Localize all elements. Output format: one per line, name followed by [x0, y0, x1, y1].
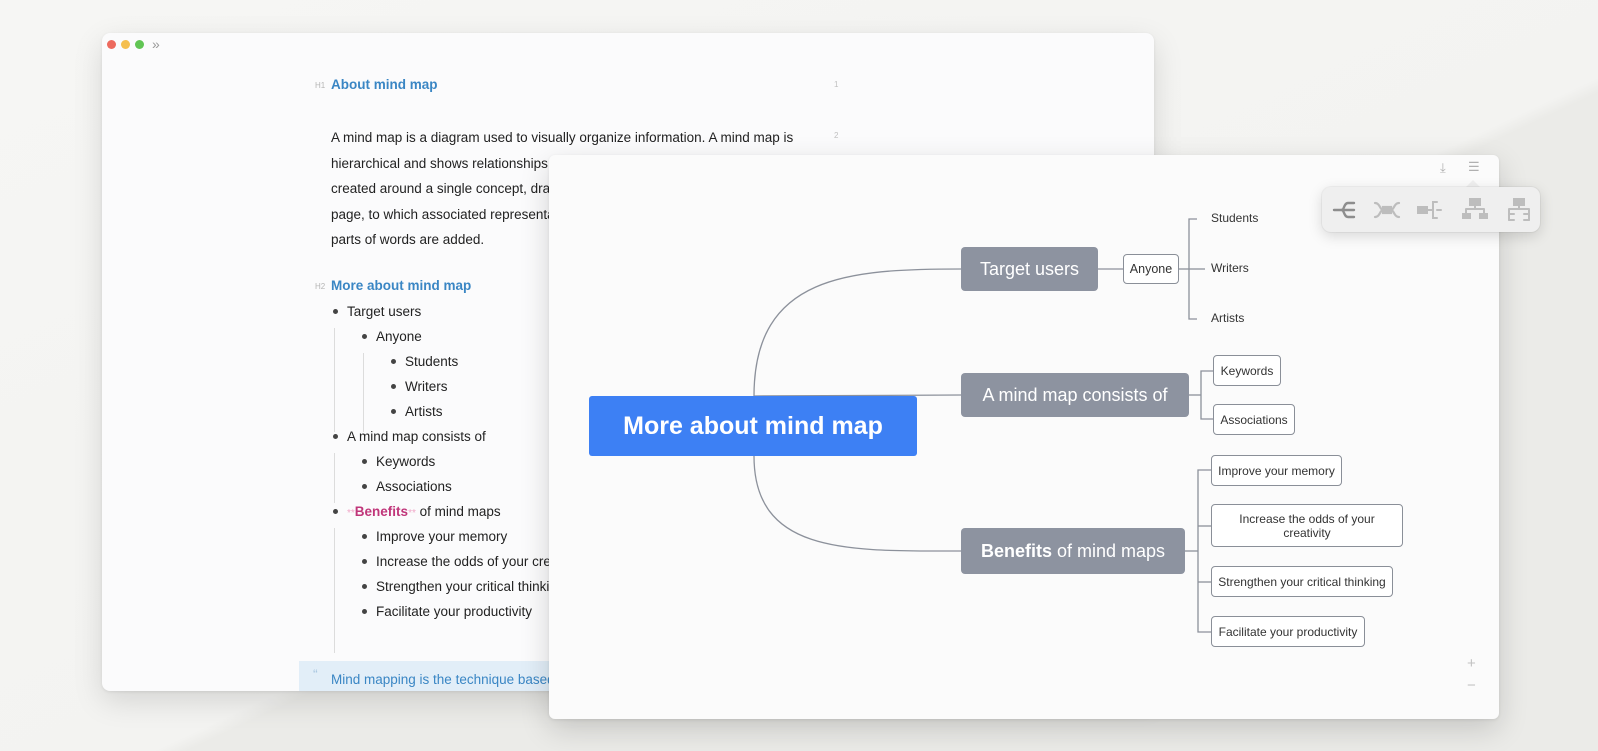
list-item-memory[interactable]: Improve your memory — [376, 529, 507, 544]
indent-guide — [334, 453, 335, 503]
layout-left-tree-icon[interactable] — [1328, 196, 1360, 224]
list-item-associations[interactable]: Associations — [376, 479, 452, 494]
heading-more-about-mind-map[interactable]: More about mind map — [331, 278, 471, 293]
list-item-consists[interactable]: A mind map consists of — [347, 429, 486, 444]
bullet — [333, 434, 338, 439]
minimize-window-button[interactable] — [121, 40, 130, 49]
double-chevron-right-icon[interactable]: » — [152, 36, 160, 52]
bullet — [362, 559, 367, 564]
heading-about-mind-map[interactable]: About mind map — [331, 77, 438, 92]
line-number-1: 1 — [834, 80, 839, 89]
quote-icon: “ — [313, 666, 318, 682]
node-benefits-strong: Benefits — [980, 540, 1052, 561]
list-item-artists[interactable]: Artists — [405, 404, 443, 419]
list-item-odds[interactable]: Increase the odds of your crea — [376, 554, 558, 569]
list-item-productivity[interactable]: Facilitate your productivity — [376, 604, 532, 619]
layout-both-sides-icon[interactable] — [1371, 196, 1403, 224]
node-students[interactable]: Students — [1211, 211, 1258, 225]
bullet — [362, 609, 367, 614]
h1-tag: H1 — [315, 81, 326, 90]
list-item-target-users[interactable]: Target users — [347, 304, 421, 319]
node-target-users[interactable]: Target users — [961, 247, 1098, 291]
node-anyone[interactable]: Anyone — [1123, 254, 1179, 284]
bracket-consists — [1200, 370, 1213, 420]
layout-org-chart-icon[interactable] — [1459, 196, 1491, 224]
paragraph-line: A mind map is a diagram used to visually… — [331, 130, 794, 145]
close-window-button[interactable] — [107, 40, 116, 49]
list-item-students[interactable]: Students — [405, 354, 458, 369]
indent-guide — [334, 328, 335, 432]
list-item-keywords[interactable]: Keywords — [376, 454, 435, 469]
node-productivity[interactable]: Facilitate your productivity — [1211, 616, 1365, 647]
node-critical[interactable]: Strengthen your critical thinking — [1211, 566, 1393, 597]
mindmap-window: ⤓ ☰ More about mind map Target users Any… — [549, 155, 1499, 719]
root-node[interactable]: More about mind map — [589, 396, 917, 456]
layout-popover — [1322, 187, 1540, 232]
node-odds[interactable]: Increase the odds of your creativity — [1211, 504, 1403, 547]
bullet — [333, 309, 338, 314]
list-item-writers[interactable]: Writers — [405, 379, 448, 394]
node-benefits[interactable]: Benefits of mind maps — [961, 528, 1185, 574]
bullet — [362, 584, 367, 589]
node-artists[interactable]: Artists — [1211, 311, 1244, 325]
node-keywords[interactable]: Keywords — [1213, 355, 1281, 386]
bullet — [391, 384, 396, 389]
h2-tag: H2 — [315, 282, 326, 291]
list-item-anyone[interactable]: Anyone — [376, 329, 422, 344]
bullet — [391, 409, 396, 414]
bold-markup: ** — [347, 508, 355, 519]
blockquote-text: Mind mapping is the technique based — [331, 672, 555, 687]
layout-right-tree-icon[interactable] — [1415, 196, 1447, 224]
node-benefits-text: of mind maps — [1051, 540, 1166, 561]
bold-markup: ** — [408, 508, 416, 519]
download-icon[interactable]: ⤓ — [1440, 160, 1446, 176]
list-item-benefits[interactable]: **Benefits** of mind maps — [347, 504, 501, 519]
bullet — [391, 359, 396, 364]
bold-text: Benefits — [354, 504, 409, 519]
zoom-out-button[interactable]: − — [1467, 677, 1476, 694]
connector-root-benefits — [753, 455, 962, 552]
bullet — [362, 534, 367, 539]
node-writers[interactable]: Writers — [1211, 261, 1249, 275]
zoom-in-button[interactable]: + — [1467, 655, 1476, 672]
bullet — [362, 459, 367, 464]
indent-guide — [363, 353, 364, 432]
connector-root-target — [753, 268, 962, 397]
line-number-2: 2 — [834, 131, 839, 140]
layout-tree-down-icon[interactable] — [1503, 196, 1535, 224]
node-memory[interactable]: Improve your memory — [1211, 455, 1342, 486]
bullet — [362, 484, 367, 489]
indent-guide — [334, 528, 335, 653]
bullet — [333, 509, 338, 514]
list-item-text: of mind maps — [415, 504, 501, 519]
maximize-window-button[interactable] — [135, 40, 144, 49]
list-icon[interactable]: ☰ — [1468, 159, 1480, 175]
node-consists[interactable]: A mind map consists of — [961, 373, 1189, 417]
bullet — [362, 334, 367, 339]
node-associations[interactable]: Associations — [1213, 404, 1295, 435]
bracket-benefits — [1197, 469, 1211, 633]
window-controls — [107, 40, 144, 49]
list-item-critical[interactable]: Strengthen your critical thinki — [376, 579, 549, 594]
